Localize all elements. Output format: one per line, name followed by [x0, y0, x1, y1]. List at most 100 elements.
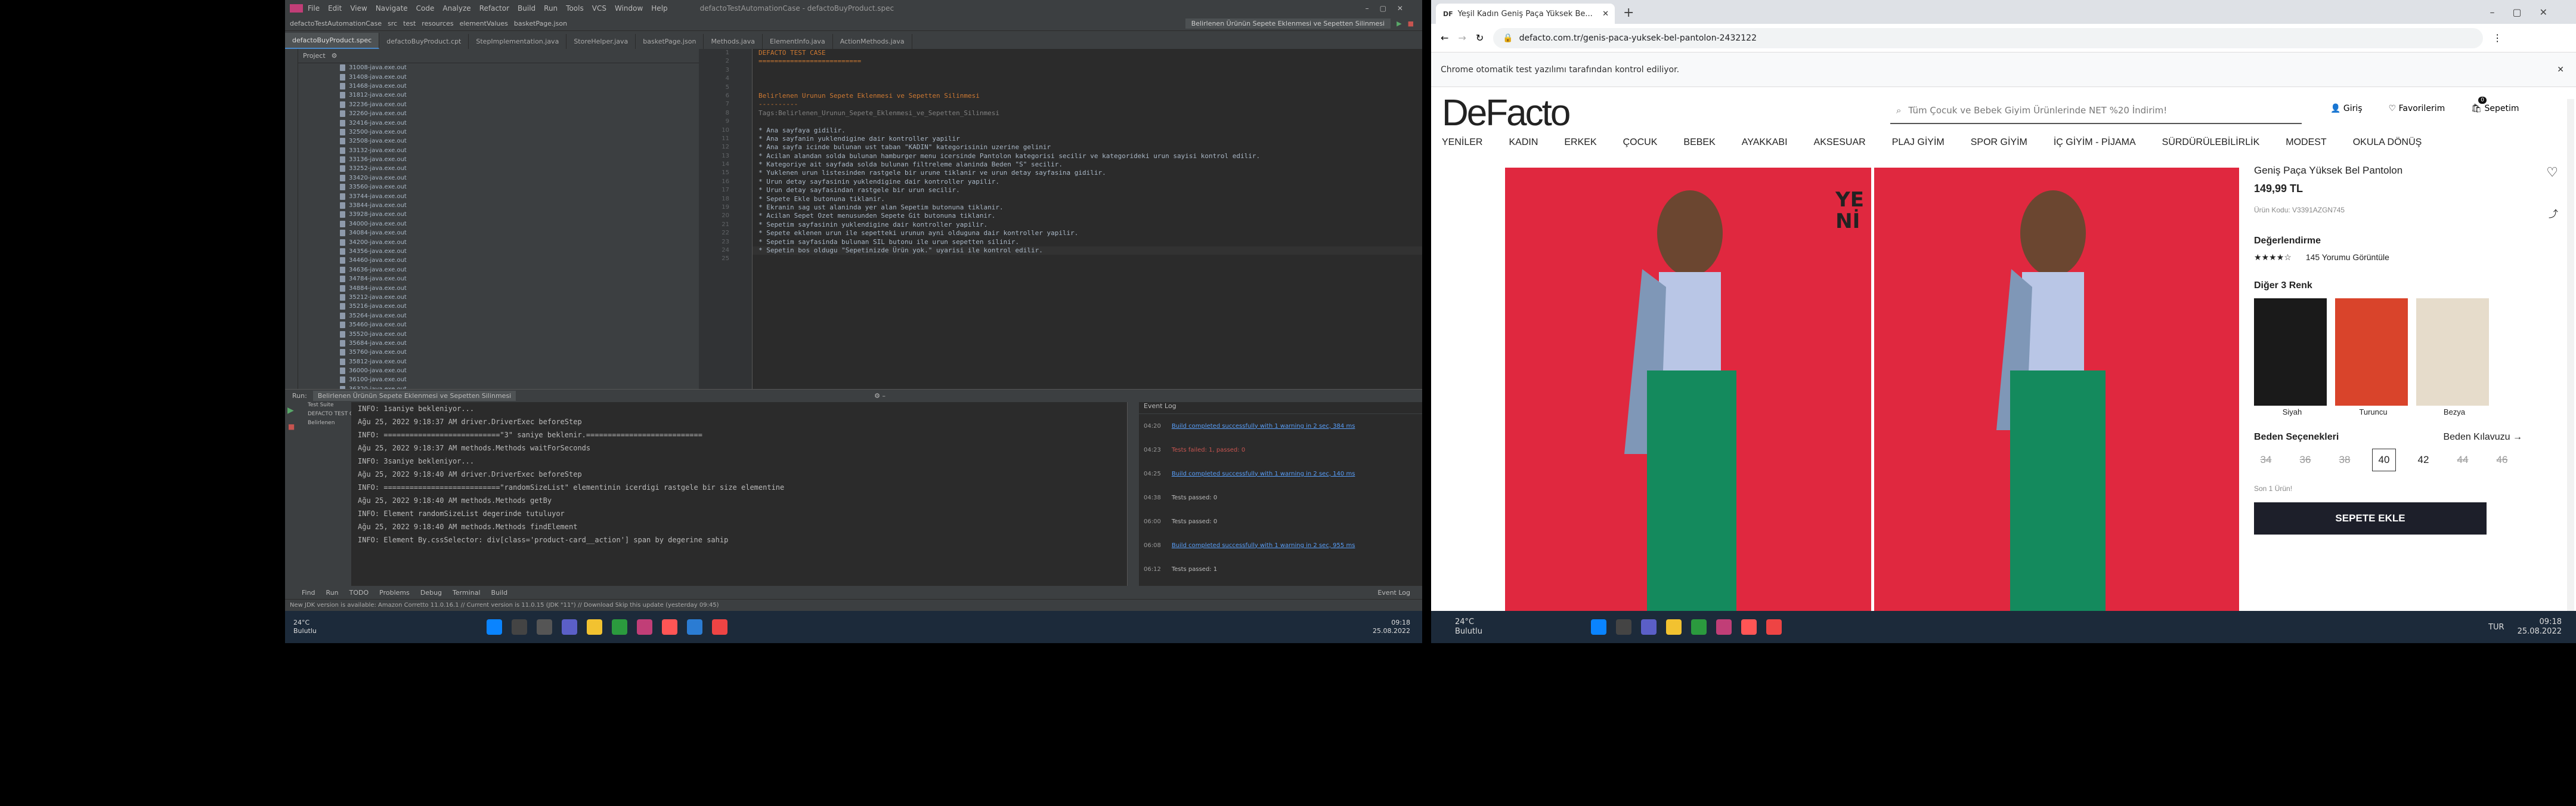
nav-item[interactable]: AYAKKABI — [1742, 137, 1788, 158]
breadcrumb-item[interactable]: resources — [422, 20, 453, 27]
project-file-item[interactable]: 35760-java.exe.out — [298, 348, 699, 357]
project-file-item[interactable]: 32416-java.exe.out — [298, 118, 699, 127]
project-file-item[interactable]: 34000-java.exe.out — [298, 220, 699, 228]
nav-item[interactable]: ÇOCUK — [1623, 137, 1658, 158]
nav-item[interactable]: BEBEK — [1683, 137, 1715, 158]
start-icon[interactable] — [487, 619, 502, 635]
test-tree-item[interactable]: Belirlenen — [298, 420, 351, 429]
stop-icon[interactable]: ■ — [1408, 20, 1414, 27]
new-tab-icon[interactable]: + — [1623, 5, 1634, 20]
tool-window-tab[interactable]: Find — [302, 589, 315, 597]
project-file-item[interactable]: 34356-java.exe.out — [298, 247, 699, 256]
menu-item-2[interactable]: View — [350, 4, 367, 13]
project-file-item[interactable]: 32500-java.exe.out — [298, 128, 699, 137]
menu-item-6[interactable]: Refactor — [479, 4, 509, 13]
project-file-item[interactable]: 35216-java.exe.out — [298, 302, 699, 311]
firefox-icon[interactable] — [662, 619, 677, 635]
browser-tab[interactable]: DF Yeşil Kadın Geniş Paça Yüksek Be... ✕ — [1436, 4, 1615, 24]
stop-run-icon[interactable]: ■ — [285, 419, 298, 434]
chrome-icon[interactable] — [712, 619, 727, 635]
back-icon[interactable]: ← — [1441, 32, 1448, 44]
run-console[interactable]: INFO: 1saniye bekleniyor... Ağu 25, 2022 … — [352, 402, 1121, 586]
color-option[interactable]: Bezya — [2416, 298, 2493, 416]
project-file-item[interactable]: 35812-java.exe.out — [298, 357, 699, 366]
file-explorer-icon-right[interactable] — [1666, 619, 1682, 635]
event-message[interactable]: Build completed successfully with 1 warn… — [1172, 423, 1355, 430]
menu-item-4[interactable]: Code — [416, 4, 435, 13]
menu-item-10[interactable]: VCS — [592, 4, 606, 13]
rerun-icon[interactable]: ▶ — [285, 402, 298, 419]
tool-window-tab[interactable]: Build — [491, 589, 508, 597]
project-file-item[interactable]: 35264-java.exe.out — [298, 311, 699, 320]
search-icon[interactable] — [512, 619, 527, 635]
run-configuration-select[interactable]: Belirlenen Ürünün Sepete Eklenmesi ve Se… — [1185, 18, 1391, 29]
nav-item[interactable]: SPOR GİYİM — [1971, 137, 2027, 158]
firefox-icon-right[interactable] — [1741, 619, 1757, 635]
project-file-item[interactable]: 33136-java.exe.out — [298, 155, 699, 164]
event-message[interactable]: Build completed successfully with 1 warn… — [1172, 471, 1355, 477]
window-controls[interactable]: –▢✕ — [1366, 4, 1414, 13]
project-file-item[interactable]: 36320-java.exe.out — [298, 385, 699, 389]
breadcrumb-item[interactable]: src — [388, 20, 397, 27]
project-file-item[interactable]: 34084-java.exe.out — [298, 228, 699, 237]
nav-item[interactable]: OKULA DÖNÜŞ — [2353, 137, 2422, 158]
favorite-heart-icon[interactable]: ♡ — [2546, 165, 2558, 180]
project-file-item[interactable]: 32236-java.exe.out — [298, 100, 699, 109]
tool-window-tab[interactable]: Debug — [420, 589, 442, 597]
menu-item-12[interactable]: Help — [651, 4, 667, 13]
menu-dots-icon[interactable]: ⋮ — [2493, 32, 2502, 44]
nav-item[interactable]: KADIN — [1509, 137, 1538, 158]
tool-window-tab[interactable]: Run — [326, 589, 339, 597]
breadcrumb-item[interactable]: test — [403, 20, 416, 27]
intellij-icon[interactable] — [637, 619, 652, 635]
tool-window-tab[interactable]: TODO — [349, 589, 369, 597]
project-file-item[interactable]: 33844-java.exe.out — [298, 201, 699, 210]
page-scrollbar[interactable] — [2567, 99, 2574, 636]
close-tab-icon[interactable]: ✕ — [1602, 10, 1609, 18]
project-file-item[interactable]: 33928-java.exe.out — [298, 210, 699, 219]
forward-icon[interactable]: → — [1458, 32, 1466, 44]
editor-tab[interactable]: defactoBuyProduct.cpt — [379, 34, 469, 49]
chrome-icon-right[interactable] — [1766, 619, 1782, 635]
project-file-item[interactable]: 31468-java.exe.out — [298, 82, 699, 91]
project-file-item[interactable]: 36100-java.exe.out — [298, 375, 699, 384]
project-file-item[interactable]: 35460-java.exe.out — [298, 320, 699, 329]
menu-item-7[interactable]: Build — [518, 4, 535, 13]
menu-item-8[interactable]: Run — [544, 4, 558, 13]
whatsapp-icon[interactable] — [612, 619, 627, 635]
menu-item-5[interactable]: Analyze — [442, 4, 470, 13]
favorites-link[interactable]: ♡ Favorilerim — [2389, 104, 2445, 113]
window-controls-browser[interactable]: –▢✕ — [2490, 7, 2565, 18]
project-file-item[interactable]: 34460-java.exe.out — [298, 256, 699, 265]
project-file-item[interactable]: 31008-java.exe.out — [298, 63, 699, 72]
start-icon-right[interactable] — [1591, 619, 1606, 635]
breadcrumb-item[interactable]: basketPage.json — [514, 20, 567, 27]
project-file-item[interactable]: 35684-java.exe.out — [298, 339, 699, 348]
url-bar[interactable]: 🔒 defacto.com.tr/genis-paca-yuksek-bel-p… — [1493, 27, 2484, 48]
run-icon[interactable]: ▶ — [1397, 20, 1401, 27]
teams-icon-right[interactable] — [1641, 619, 1657, 635]
editor-tab[interactable]: defactoBuyProduct.spec — [285, 33, 380, 49]
reload-icon[interactable]: ↻ — [1476, 32, 1484, 44]
event-message[interactable]: Build completed successfully with 1 warn… — [1172, 542, 1355, 549]
editor-tab[interactable]: StepImplementation.java — [469, 34, 567, 49]
color-option[interactable]: Siyah — [2254, 298, 2330, 416]
project-file-item[interactable]: 34884-java.exe.out — [298, 283, 699, 292]
size-option[interactable]: 42 — [2411, 449, 2435, 471]
code-editor[interactable]: DEFACTO TEST CASE =======================… — [753, 49, 1422, 389]
infobar-close-icon[interactable]: ✕ — [2557, 65, 2564, 75]
menu-item-1[interactable]: Edit — [328, 4, 342, 13]
project-file-item[interactable]: 35520-java.exe.out — [298, 329, 699, 338]
size-guide-link[interactable]: Beden Kılavuzu → — [2443, 432, 2522, 443]
project-file-item[interactable]: 33132-java.exe.out — [298, 146, 699, 155]
color-option[interactable]: Turuncu — [2335, 298, 2411, 416]
project-file-item[interactable]: 33420-java.exe.out — [298, 174, 699, 183]
tool-window-tab[interactable]: Terminal — [453, 589, 481, 597]
test-tree-item[interactable]: DEFACTO TEST CASE — [298, 411, 351, 420]
editor-tab[interactable]: basketPage.json — [636, 34, 704, 49]
cart-link[interactable]: 🛍 Sepetim 0 — [2471, 97, 2519, 113]
breadcrumb-item[interactable]: elementValues — [460, 20, 508, 27]
defacto-logo[interactable]: DeFacto — [1442, 92, 1571, 134]
reviews-link[interactable]: 145 Yorumu Görüntüle — [2306, 252, 2389, 263]
event-log-button[interactable]: Event Log — [1377, 589, 1410, 597]
